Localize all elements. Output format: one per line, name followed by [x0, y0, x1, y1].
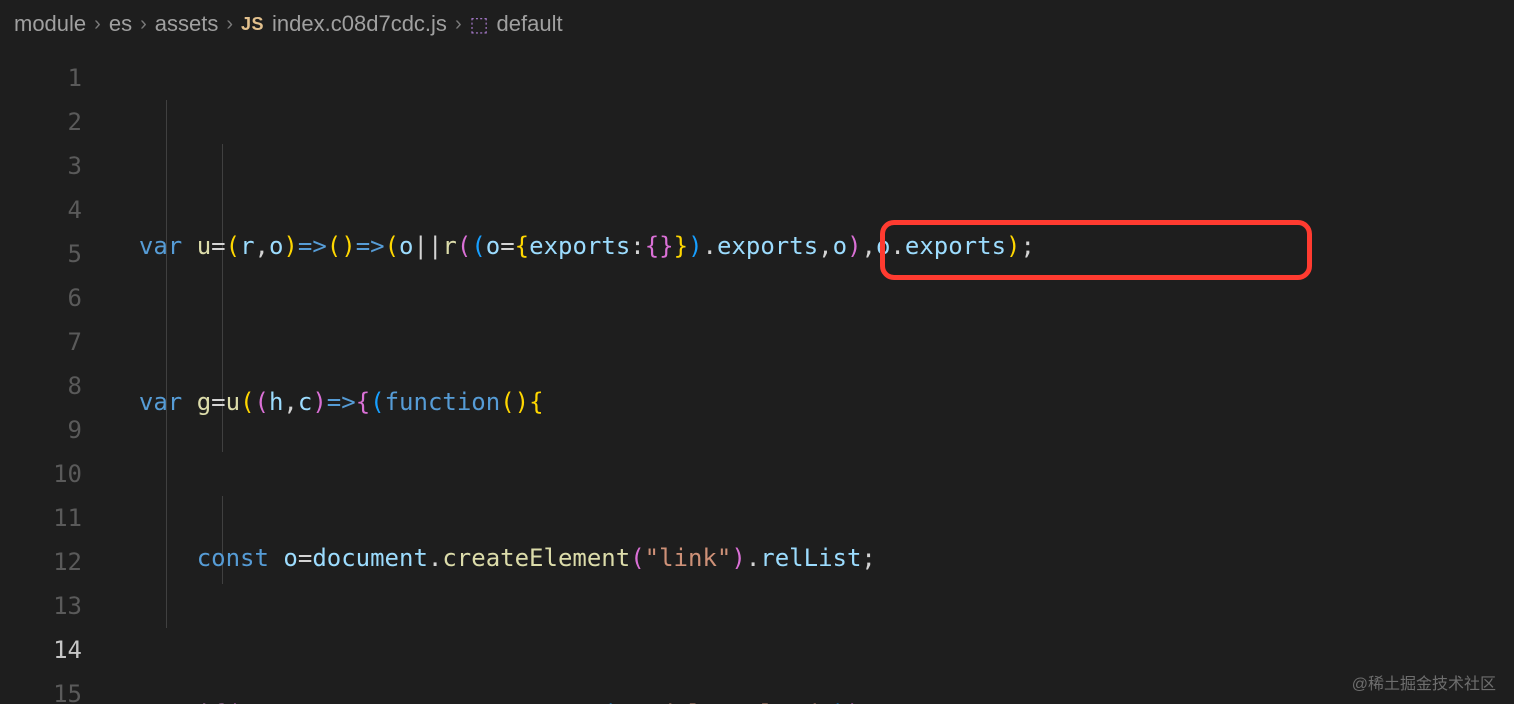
chevron-right-icon: ›: [455, 13, 462, 36]
code-line[interactable]: const o=document.createElement("link").r…: [110, 536, 1514, 580]
line-number-gutter: 1 2 3 4 5 6 7 8 9 10 11 12 13 14 15: [0, 48, 110, 704]
code-line[interactable]: var u=(r,o)=>()=>(o||r((o={exports:{}}).…: [110, 224, 1514, 268]
breadcrumb-symbol-label: default: [497, 11, 563, 37]
watermark: @稀土掘金技术社区: [1352, 670, 1496, 694]
line-number: 12: [0, 540, 82, 584]
code-editor[interactable]: 1 2 3 4 5 6 7 8 9 10 11 12 13 14 15 var …: [0, 48, 1514, 704]
line-number: 3: [0, 144, 82, 188]
chevron-right-icon: ›: [94, 13, 101, 36]
line-number: 4: [0, 188, 82, 232]
line-number: 8: [0, 364, 82, 408]
line-number: 6: [0, 276, 82, 320]
line-number: 15: [0, 672, 82, 704]
breadcrumb-seg-assets[interactable]: assets: [155, 11, 219, 37]
js-file-icon: JS: [241, 14, 264, 35]
breadcrumb-seg-symbol[interactable]: ⬚ default: [470, 11, 563, 37]
line-number: 5: [0, 232, 82, 276]
breadcrumb-file-label: index.c08d7cdc.js: [272, 11, 447, 37]
breadcrumb-seg-es[interactable]: es: [109, 11, 132, 37]
line-number: 9: [0, 408, 82, 452]
line-number: 2: [0, 100, 82, 144]
breadcrumb-seg-file[interactable]: JS index.c08d7cdc.js: [241, 11, 447, 37]
chevron-right-icon: ›: [226, 13, 233, 36]
cube-icon: ⬚: [470, 12, 489, 37]
line-number: 1: [0, 56, 82, 100]
line-number: 14: [0, 628, 82, 672]
code-line[interactable]: if(o&&o.supports&&o.supports("moduleprel…: [110, 692, 1514, 704]
line-number: 7: [0, 320, 82, 364]
line-number: 10: [0, 452, 82, 496]
line-number: 11: [0, 496, 82, 540]
breadcrumb[interactable]: module › es › assets › JS index.c08d7cdc…: [0, 0, 1514, 48]
chevron-right-icon: ›: [140, 13, 147, 36]
line-number: 13: [0, 584, 82, 628]
breadcrumb-seg-module[interactable]: module: [14, 11, 86, 37]
code-area[interactable]: var u=(r,o)=>()=>(o||r((o={exports:{}}).…: [110, 48, 1514, 704]
code-line[interactable]: var g=u((h,c)=>{(function(){: [110, 380, 1514, 424]
